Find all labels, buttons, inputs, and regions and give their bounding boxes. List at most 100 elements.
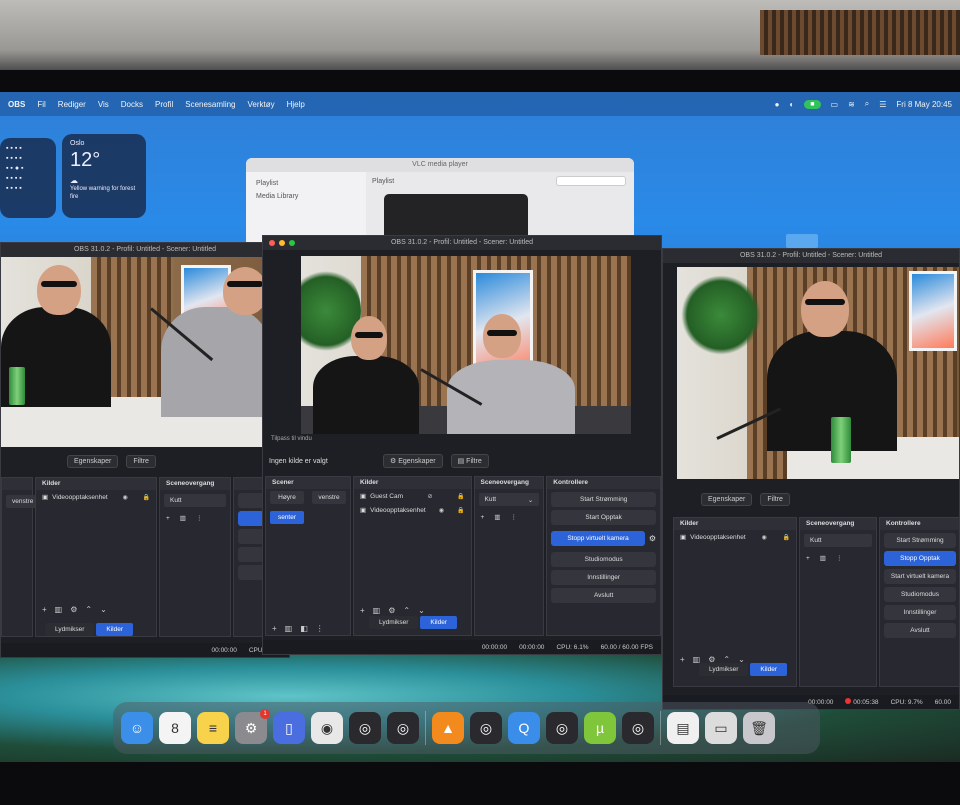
vlc-sidebar-media-library[interactable]: Media Library — [256, 193, 356, 200]
source-row[interactable]: ▣ Videoopptaksenhet ◉ 🔒 — [36, 490, 156, 504]
trash-icon[interactable]: ▥ — [494, 513, 500, 521]
dock-obs-2-icon[interactable]: ◎ — [387, 712, 419, 744]
add-icon[interactable]: + — [166, 515, 170, 522]
filters-button[interactable]: Filtre — [126, 455, 156, 468]
filter-icon[interactable]: ◧ — [300, 624, 308, 633]
battery-icon[interactable]: ▭ — [831, 100, 839, 109]
dock-document-icon[interactable]: ▤ — [667, 712, 699, 744]
scene-senter[interactable]: senter — [270, 511, 304, 524]
add-icon[interactable]: + — [272, 624, 277, 633]
transition-select[interactable]: Kutt — [164, 494, 226, 507]
dock-notes-icon[interactable]: ≡ — [197, 712, 229, 744]
trash-icon[interactable]: ▥ — [55, 605, 63, 614]
properties-button[interactable]: Egenskaper — [67, 455, 119, 468]
scene-venstre[interactable]: venstre — [312, 491, 346, 504]
filters-button[interactable]: Filtre — [760, 493, 790, 506]
gear-icon[interactable]: ⚙ — [70, 605, 77, 614]
weather-widget[interactable]: Oslo 12° ☁ Yellow warning for forest fir… — [62, 134, 146, 218]
more-icon[interactable]: ⋮ — [510, 513, 517, 521]
dock-settings-icon[interactable]: ⚙ 1 — [235, 709, 270, 744]
gear-icon[interactable]: ⚙ — [388, 606, 395, 615]
chevron-down-icon[interactable]: ⌄ — [100, 605, 107, 614]
gear-icon[interactable]: ⚙ — [649, 534, 656, 543]
lock-icon[interactable]: 🔒 — [783, 534, 790, 541]
start-virtual-camera-button[interactable]: Start virtuelt kamera — [884, 569, 956, 584]
trash-icon[interactable]: ▥ — [373, 606, 381, 615]
tab-sources[interactable]: Kilder — [750, 663, 788, 676]
obs-left-preview[interactable] — [1, 257, 289, 447]
transition-select[interactable]: Kutt ⌄ — [478, 493, 540, 506]
exit-button[interactable]: Avslutt — [551, 588, 656, 603]
menu-edit[interactable]: Rediger — [58, 100, 86, 109]
source-row[interactable]: ▣ Guest Cam ⊘ 🔒 — [354, 489, 471, 503]
menu-file[interactable]: Fil — [37, 100, 45, 109]
source-row[interactable]: ▣ Videoopptaksenhet ◉ 🔒 — [674, 530, 796, 544]
start-recording-button[interactable]: Start Opptak — [551, 510, 656, 525]
dock-calendar-icon[interactable]: 8 — [159, 712, 191, 744]
filters-button[interactable]: ▤ Filtre — [450, 454, 489, 468]
lock-icon[interactable]: 🔒 — [457, 493, 464, 500]
properties-button[interactable]: Egenskaper — [701, 493, 753, 506]
dock-obs-3-icon[interactable]: ◎ — [470, 712, 502, 744]
menu-tools[interactable]: Verktøy — [248, 100, 275, 109]
tab-audio-mixer[interactable]: Lydmikser — [369, 616, 419, 629]
settings-button[interactable]: Innstillinger — [551, 570, 656, 585]
source-row[interactable]: ▣ Videoopptaksenhet ◉ 🔒 — [354, 503, 471, 517]
menu-profile[interactable]: Profil — [155, 100, 173, 109]
exit-button[interactable]: Avslutt — [884, 623, 956, 638]
dock-finder-icon[interactable]: ☺ — [121, 712, 153, 744]
dock-iphone-mirroring-icon[interactable]: ▯ — [273, 712, 305, 744]
menu-app[interactable]: OBS — [8, 100, 25, 109]
more-icon[interactable]: ⋮ — [316, 624, 324, 633]
folder-icon[interactable] — [786, 234, 818, 248]
add-icon[interactable]: + — [42, 605, 47, 614]
trash-icon[interactable]: ▥ — [820, 554, 826, 562]
lock-icon[interactable]: 🔒 — [457, 507, 464, 514]
vlc-sidebar-playlist[interactable]: Playlist — [256, 180, 356, 187]
add-icon[interactable]: + — [680, 655, 685, 664]
more-icon[interactable]: ⋮ — [836, 554, 843, 562]
obs-right-preview[interactable] — [677, 267, 959, 479]
tab-audio-mixer[interactable]: Lydmikser — [45, 623, 95, 636]
add-icon[interactable]: + — [806, 555, 810, 562]
search-icon[interactable]: ⌕ — [865, 99, 869, 109]
zoom-icon[interactable] — [289, 240, 295, 246]
menubar-status-icon[interactable]: ● — [775, 100, 780, 109]
eye-icon[interactable]: ◉ — [761, 534, 766, 541]
chevron-up-icon[interactable]: ⌃ — [85, 605, 92, 614]
tab-sources[interactable]: Kilder — [420, 616, 458, 629]
menu-scene-collection[interactable]: Scenesamling — [185, 100, 235, 109]
start-streaming-button[interactable]: Start Strømming — [884, 533, 956, 548]
add-icon[interactable]: + — [481, 514, 485, 521]
dock-vlc-icon[interactable]: ▲ — [432, 712, 464, 744]
calendar-widget[interactable]: ▪ ▪ ▪ ▪ ▪ ▪ ▪ ▪ ▪ ▪ ● ▪ ▪ ▪ ▪ ▪ ▪ ▪ ▪ ▪ — [0, 138, 56, 218]
lock-icon[interactable]: 🔒 — [143, 494, 150, 501]
eye-off-icon[interactable]: ⊘ — [428, 493, 433, 500]
scene-hoyre[interactable]: Høyre — [270, 491, 304, 504]
wifi-icon[interactable]: ≋ — [848, 100, 855, 109]
trash-icon[interactable]: ▥ — [285, 624, 293, 633]
chevron-down-icon[interactable]: ⌄ — [418, 606, 425, 615]
fit-selector[interactable]: Tilpass til vindu — [271, 436, 312, 442]
menu-docks[interactable]: Docks — [121, 100, 143, 109]
menubar-status-icon[interactable]: ◐ — [789, 100, 794, 109]
add-icon[interactable]: + — [360, 606, 365, 615]
more-icon[interactable]: ⋮ — [196, 514, 203, 522]
trash-icon[interactable]: ▥ — [180, 514, 186, 522]
vlc-search-input[interactable] — [556, 176, 626, 186]
settings-button[interactable]: Innstillinger — [884, 605, 956, 620]
obs-window-center[interactable]: OBS 31.0.2 - Profil: Untitled - Scener: … — [262, 235, 662, 655]
dock-obs-5-icon[interactable]: ◎ — [622, 712, 654, 744]
stop-virtual-camera-button[interactable]: Stopp virtuelt kamera — [551, 531, 645, 546]
dock-chrome-icon[interactable]: ◉ — [311, 712, 343, 744]
dock-obs-4-icon[interactable]: ◎ — [546, 712, 578, 744]
dock-obs-1-icon[interactable]: ◎ — [349, 712, 381, 744]
tab-sources[interactable]: Kilder — [96, 623, 134, 636]
recording-indicator-icon[interactable]: ■ — [804, 99, 821, 109]
dock-utorrent-icon[interactable]: µ — [584, 712, 616, 744]
menubar-clock[interactable]: Fri 8 May 20:45 — [896, 100, 952, 109]
stop-recording-button[interactable]: Stopp Opptak — [884, 551, 956, 566]
minimize-icon[interactable] — [279, 240, 285, 246]
eye-icon[interactable]: ◉ — [439, 507, 444, 514]
obs-center-preview[interactable] — [301, 256, 631, 434]
